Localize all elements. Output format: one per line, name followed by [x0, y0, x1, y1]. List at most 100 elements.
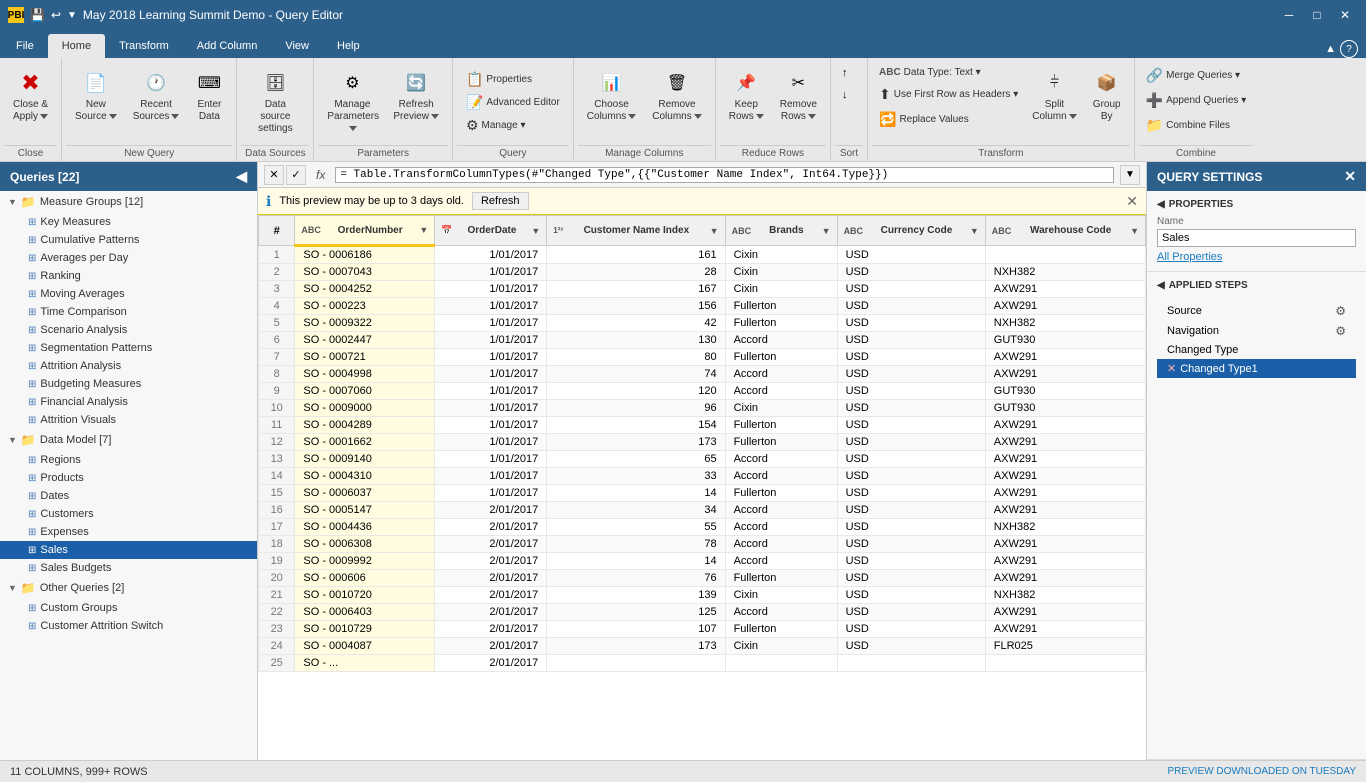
formula-confirm-btn[interactable]: ✓ — [286, 165, 306, 185]
qs-step-source[interactable]: Source ⚙ — [1157, 301, 1356, 321]
sidebar-item-attrition-analysis[interactable]: ⊞ Attrition Analysis — [0, 357, 257, 375]
sidebar-item-scenario-analysis[interactable]: ⊞ Scenario Analysis — [0, 321, 257, 339]
sidebar-item-key-measures[interactable]: ⊞ Key Measures — [0, 213, 257, 231]
qs-step-changed-type[interactable]: Changed Type — [1157, 341, 1356, 359]
filter-icon-order-date[interactable]: ▼ — [531, 226, 540, 236]
formula-expand-btn[interactable]: ▼ — [1120, 165, 1140, 185]
filter-icon-order-number[interactable]: ▼ — [419, 225, 428, 235]
sort-desc-button[interactable]: ↓ — [837, 86, 861, 104]
data-table-container[interactable]: # ABC OrderNumber ▼ — [258, 215, 1146, 760]
sidebar-item-time-comparison[interactable]: ⊞ Time Comparison — [0, 303, 257, 321]
split-column-button[interactable]: ⫩ SplitColumn — [1025, 64, 1083, 128]
sidebar-item-regions[interactable]: ⊞ Regions — [0, 451, 257, 469]
choose-columns-button[interactable]: 📊 ChooseColumns — [580, 64, 643, 128]
tab-view[interactable]: View — [271, 34, 323, 58]
replace-values-button[interactable]: 🔁 Replace Values — [874, 108, 1023, 131]
status-bar: 11 COLUMNS, 999+ ROWS PREVIEW DOWNLOADED… — [0, 760, 1366, 782]
query-settings-close-btn[interactable]: ✕ — [1344, 168, 1356, 185]
quick-access-dropdown[interactable]: ▼ — [67, 10, 77, 21]
sidebar-item-ranking[interactable]: ⊞ Ranking — [0, 267, 257, 285]
cell-currency-code: USD — [837, 366, 985, 383]
sidebar-collapse-btn[interactable]: ◀ — [236, 168, 247, 185]
sidebar-item-attrition-visuals[interactable]: ⊞ Attrition Visuals — [0, 411, 257, 429]
sidebar-item-financial-analysis[interactable]: ⊞ Financial Analysis — [0, 393, 257, 411]
sidebar-item-label: Cumulative Patterns — [40, 234, 139, 246]
sidebar-item-custom-groups[interactable]: ⊞ Custom Groups — [0, 599, 257, 617]
filter-icon-currency[interactable]: ▼ — [970, 226, 979, 236]
cell-brands: Cixin — [725, 400, 837, 417]
data-source-settings-button[interactable]: 🗄 Data sourcesettings — [243, 64, 307, 140]
sidebar-item-segmentation-patterns[interactable]: ⊞ Segmentation Patterns — [0, 339, 257, 357]
qs-step-navigation[interactable]: Navigation ⚙ — [1157, 321, 1356, 341]
sort-asc-button[interactable]: ↑ — [837, 64, 861, 82]
sidebar-scroll[interactable]: ▼ 📁 Measure Groups [12] ⊞ Key Measures ⊞… — [0, 191, 257, 760]
advanced-editor-button[interactable]: 📝 Advanced Editor — [461, 91, 565, 114]
formula-cancel-btn[interactable]: ✕ — [264, 165, 284, 185]
sidebar-item-customers[interactable]: ⊞ Customers — [0, 505, 257, 523]
sidebar-item-sales[interactable]: ⊞ Sales — [0, 541, 257, 559]
filter-icon-brands[interactable]: ▼ — [822, 226, 831, 236]
append-queries-button[interactable]: ➕ Append Queries ▾ — [1141, 89, 1252, 112]
remove-columns-button[interactable]: 🗑 RemoveColumns — [645, 64, 708, 128]
qs-step-changed-type1[interactable]: ✕ Changed Type1 — [1157, 359, 1356, 378]
manage-button[interactable]: ⚙ Manage ▾ — [461, 114, 565, 137]
sidebar-item-label: Moving Averages — [40, 288, 124, 300]
tab-file[interactable]: File — [2, 34, 48, 58]
combine-files-button[interactable]: 📁 Combine Files — [1141, 114, 1252, 137]
keep-rows-button[interactable]: 📌 KeepRows — [722, 64, 771, 128]
sidebar-item-expenses[interactable]: ⊞ Expenses — [0, 523, 257, 541]
cell-order-number: SO - 000606 — [295, 570, 435, 587]
status-columns-rows: 11 COLUMNS, 999+ ROWS — [10, 766, 148, 778]
gear-icon[interactable]: ⚙ — [1335, 324, 1346, 338]
use-first-row-button[interactable]: ⬆ Use First Row as Headers ▾ — [874, 83, 1023, 106]
remove-rows-button[interactable]: ✂ RemoveRows — [773, 64, 824, 128]
table-row: 6SO - 00024471/01/2017130AccordUSDGUT930 — [259, 332, 1146, 349]
close-apply-button[interactable]: ✖ Close &Apply — [6, 64, 55, 128]
data-type-button[interactable]: ABC Data Type: Text ▾ — [874, 64, 1023, 81]
notification-refresh-btn[interactable]: Refresh — [472, 192, 529, 210]
combine-files-icon: 📁 — [1146, 117, 1163, 134]
qs-name-input[interactable] — [1157, 229, 1356, 247]
formula-input[interactable] — [335, 167, 1114, 183]
sidebar-group-header-measure-groups[interactable]: ▼ 📁 Measure Groups [12] — [0, 191, 257, 213]
delete-icon: ✕ — [1167, 362, 1176, 375]
type-icon-cni: 1²³ — [553, 226, 563, 235]
cell-currency-code: USD — [837, 383, 985, 400]
refresh-preview-button[interactable]: 🔄 RefreshPreview — [386, 64, 446, 128]
sidebar-item-averages-per-day[interactable]: ⊞ Averages per Day — [0, 249, 257, 267]
merge-queries-button[interactable]: 🔗 Merge Queries ▾ — [1141, 64, 1252, 87]
tab-help[interactable]: Help — [323, 34, 374, 58]
manage-parameters-button[interactable]: ⚙ ManageParameters — [320, 64, 384, 140]
cell-customer-name-index: 78 — [547, 536, 725, 553]
tab-home[interactable]: Home — [48, 34, 105, 58]
group-by-button[interactable]: 📦 GroupBy — [1086, 64, 1128, 128]
help-icon[interactable]: ? — [1340, 40, 1358, 58]
sidebar-item-moving-averages[interactable]: ⊞ Moving Averages — [0, 285, 257, 303]
gear-icon[interactable]: ⚙ — [1335, 304, 1346, 318]
properties-button[interactable]: 📋 Properties — [461, 68, 565, 91]
table-icon: ⊞ — [28, 527, 36, 538]
recent-sources-button[interactable]: 🕐 RecentSources — [126, 64, 187, 128]
sidebar-group-header-other-queries[interactable]: ▼ 📁 Other Queries [2] — [0, 577, 257, 599]
sidebar-item-budgeting-measures[interactable]: ⊞ Budgeting Measures — [0, 375, 257, 393]
tab-transform[interactable]: Transform — [105, 34, 183, 58]
enter-data-button[interactable]: ⌨ EnterData — [188, 64, 230, 128]
sidebar-item-sales-budgets[interactable]: ⊞ Sales Budgets — [0, 559, 257, 577]
sidebar-item-cumulative-patterns[interactable]: ⊞ Cumulative Patterns — [0, 231, 257, 249]
filter-icon-cni[interactable]: ▼ — [710, 226, 719, 236]
window-maximize-btn[interactable]: □ — [1304, 5, 1330, 25]
sidebar-item-products[interactable]: ⊞ Products — [0, 469, 257, 487]
qs-all-properties-link[interactable]: All Properties — [1157, 251, 1222, 263]
ribbon-collapse-btn[interactable]: ▲ — [1325, 43, 1336, 55]
filter-icon-warehouse[interactable]: ▼ — [1130, 226, 1139, 236]
window-minimize-btn[interactable]: ─ — [1276, 5, 1302, 25]
new-source-button[interactable]: 📄 NewSource — [68, 64, 124, 128]
quick-access-undo[interactable]: ↩ — [51, 8, 61, 22]
notification-close-btn[interactable]: ✕ — [1126, 193, 1138, 210]
sidebar-item-dates[interactable]: ⊞ Dates — [0, 487, 257, 505]
sidebar-group-header-data-model[interactable]: ▼ 📁 Data Model [7] — [0, 429, 257, 451]
tab-add-column[interactable]: Add Column — [183, 34, 272, 58]
window-close-btn[interactable]: ✕ — [1332, 5, 1358, 25]
quick-access-save[interactable]: 💾 — [30, 8, 45, 22]
sidebar-item-customer-attrition[interactable]: ⊞ Customer Attrition Switch — [0, 617, 257, 635]
